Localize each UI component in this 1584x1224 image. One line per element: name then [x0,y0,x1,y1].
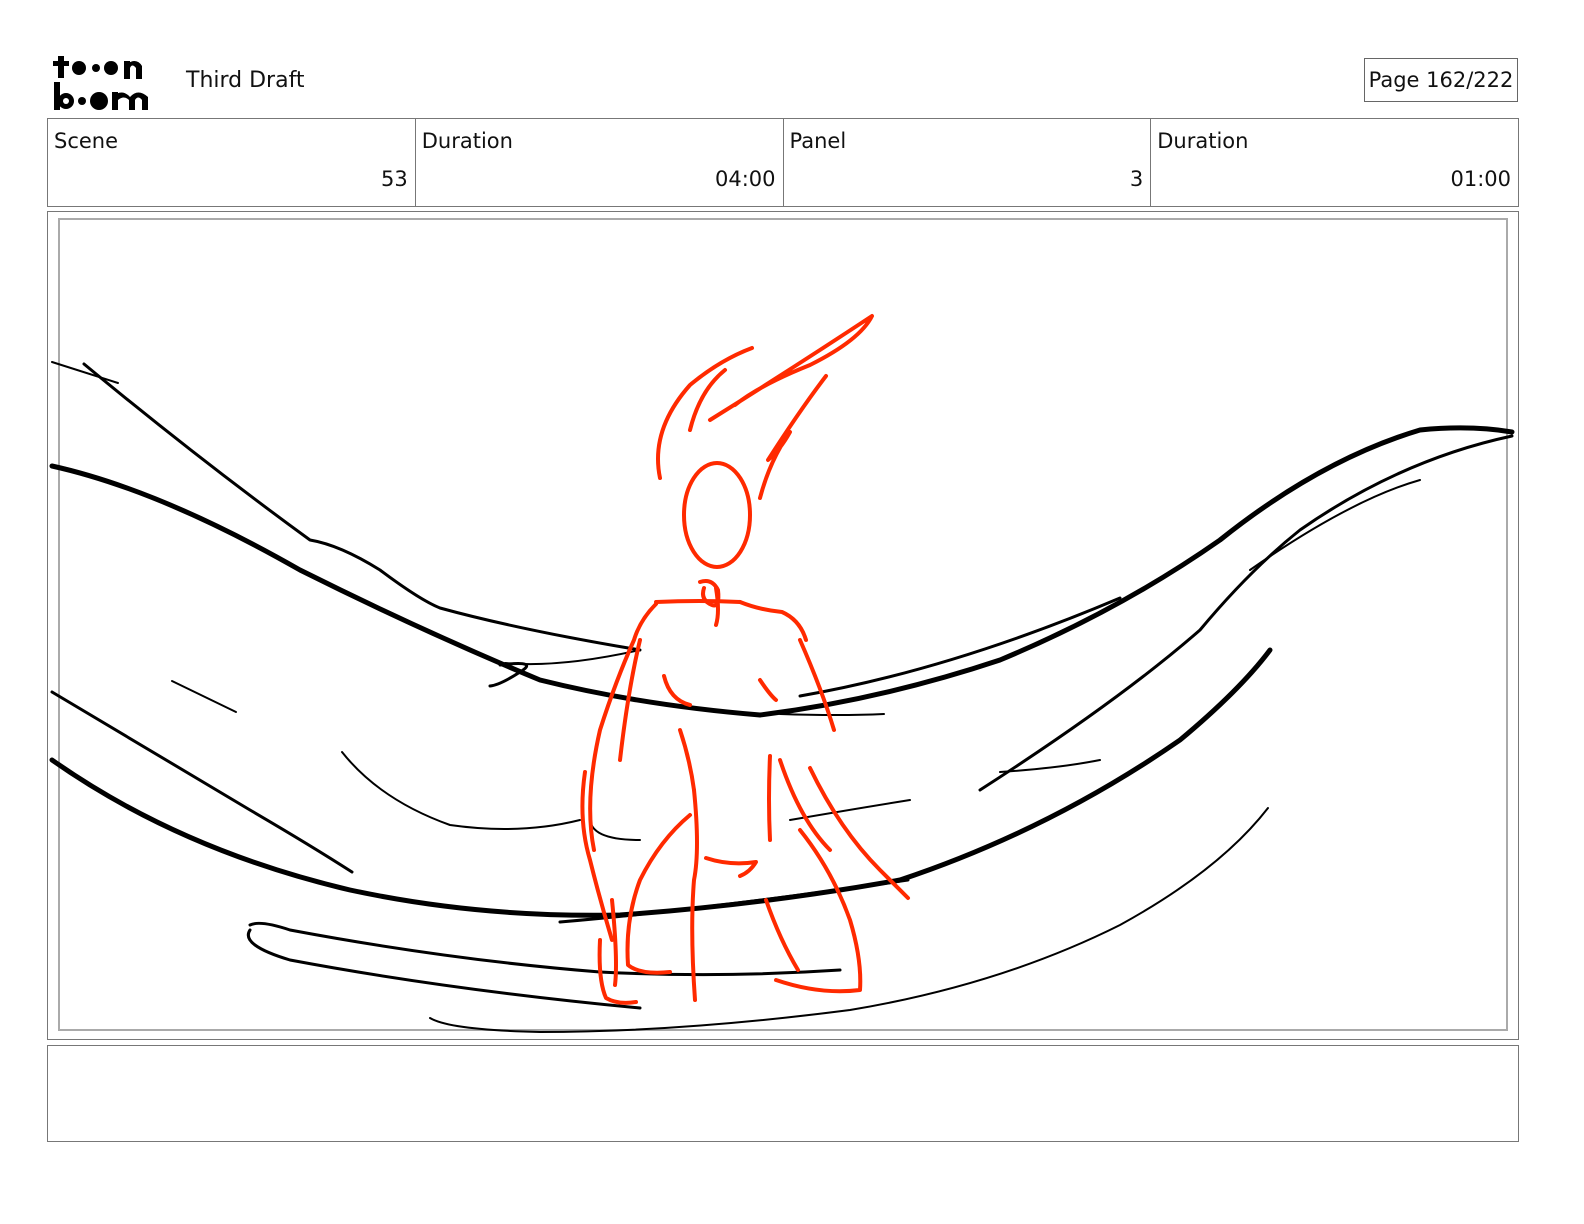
storyboard-sketch [49,314,1515,1033]
notes-area [47,1045,1519,1142]
environment-strokes [49,361,1515,1033]
figure-strokes [580,314,910,1005]
